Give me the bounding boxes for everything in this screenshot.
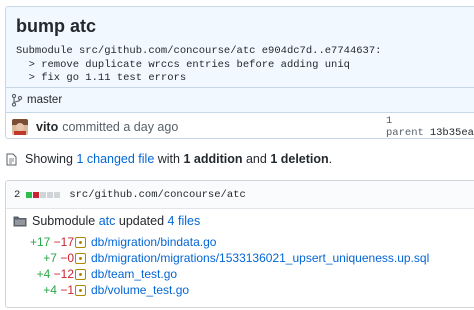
additions-count: +4 bbox=[36, 267, 51, 281]
commit-time: committed a day ago bbox=[62, 119, 179, 134]
file-modified-icon bbox=[75, 237, 86, 248]
submodule-line: Submodule atc updated 4 files bbox=[13, 214, 200, 228]
changed-file-link[interactable]: db/volume_test.go bbox=[91, 283, 189, 297]
files-link[interactable]: 4 files bbox=[168, 214, 201, 228]
file-diff-icon bbox=[6, 153, 17, 165]
additions-count: +7 bbox=[43, 251, 57, 265]
summary-prefix: Showing bbox=[25, 152, 77, 166]
diffstat bbox=[26, 191, 61, 198]
list-item: +4 −12 db/team_test.go bbox=[6, 267, 474, 283]
commit-panel: bump atc Submodule src/github.com/concou… bbox=[5, 6, 474, 139]
branch-row: master bbox=[6, 88, 474, 113]
additions-count: +4 bbox=[43, 283, 57, 297]
changed-file-link[interactable]: db/migration/migrations/1533136021_upser… bbox=[91, 251, 429, 265]
avatar[interactable] bbox=[12, 118, 28, 135]
author-name[interactable]: vito bbox=[36, 120, 58, 134]
summary-suffix: . bbox=[328, 152, 333, 166]
deletions-count: −12 bbox=[53, 267, 74, 281]
diffstat-block-add bbox=[26, 191, 33, 198]
additions-count: +17 bbox=[29, 235, 51, 249]
submodule-link[interactable]: atc bbox=[99, 214, 116, 228]
file-header: 2 src/github.com/concourse/atc bbox=[6, 181, 474, 209]
file-modified-icon bbox=[75, 253, 86, 264]
file-path[interactable]: src/github.com/concourse/atc bbox=[69, 189, 245, 201]
parent-label: 1 parent bbox=[386, 114, 424, 139]
file-changes-count: 2 bbox=[14, 188, 21, 201]
summary-and: and bbox=[242, 152, 271, 166]
author-row: vito committed a day ago 1 parent 13b35ea bbox=[6, 113, 474, 139]
diffstat-block-neutral bbox=[40, 191, 47, 198]
submodule-updated: updated bbox=[115, 214, 168, 228]
deletions-count: −1 bbox=[60, 283, 74, 297]
diff-summary: Showing 1 changed file with 1 addition a… bbox=[6, 150, 332, 168]
summary-with: with bbox=[154, 152, 184, 166]
diffstat-block-del bbox=[33, 191, 40, 198]
commit-header: bump atc Submodule src/github.com/concou… bbox=[6, 7, 474, 88]
deletions-count: −0 bbox=[60, 251, 74, 265]
deletions-count: −17 bbox=[53, 235, 74, 249]
avatar-image-icon bbox=[12, 118, 28, 135]
parent-sha-link[interactable]: 13b35ea bbox=[430, 127, 474, 139]
diffstat-block-neutral bbox=[47, 191, 54, 198]
folder-icon bbox=[13, 216, 27, 227]
git-branch-icon bbox=[11, 93, 23, 107]
changed-file-link[interactable]: db/migration/bindata.go bbox=[91, 235, 216, 249]
submodule-prefix: Submodule bbox=[32, 214, 99, 228]
branch-link[interactable]: master bbox=[27, 94, 62, 106]
additions-count: 1 addition bbox=[183, 152, 243, 166]
commit-description: Submodule src/github.com/concourse/atc e… bbox=[16, 45, 382, 84]
changed-files-list: +17 −17 db/migration/bindata.go +7 −0 db… bbox=[6, 235, 474, 299]
file-modified-icon bbox=[75, 269, 86, 280]
list-item: +7 −0 db/migration/migrations/1533136021… bbox=[6, 251, 474, 267]
parent-info: 1 parent 13b35ea bbox=[386, 115, 474, 139]
diffstat-block-neutral bbox=[54, 191, 61, 198]
changed-file-link[interactable]: db/team_test.go bbox=[91, 267, 177, 281]
file-diff-panel: 2 src/github.com/concourse/atc Submodule… bbox=[5, 180, 474, 308]
file-modified-icon bbox=[75, 285, 86, 296]
changed-files-link[interactable]: 1 changed file bbox=[76, 152, 154, 166]
list-item: +17 −17 db/migration/bindata.go bbox=[6, 235, 474, 251]
deletions-count: 1 deletion bbox=[270, 152, 329, 166]
list-item: +4 −1 db/volume_test.go bbox=[6, 283, 474, 299]
commit-title: bump atc bbox=[16, 16, 97, 36]
